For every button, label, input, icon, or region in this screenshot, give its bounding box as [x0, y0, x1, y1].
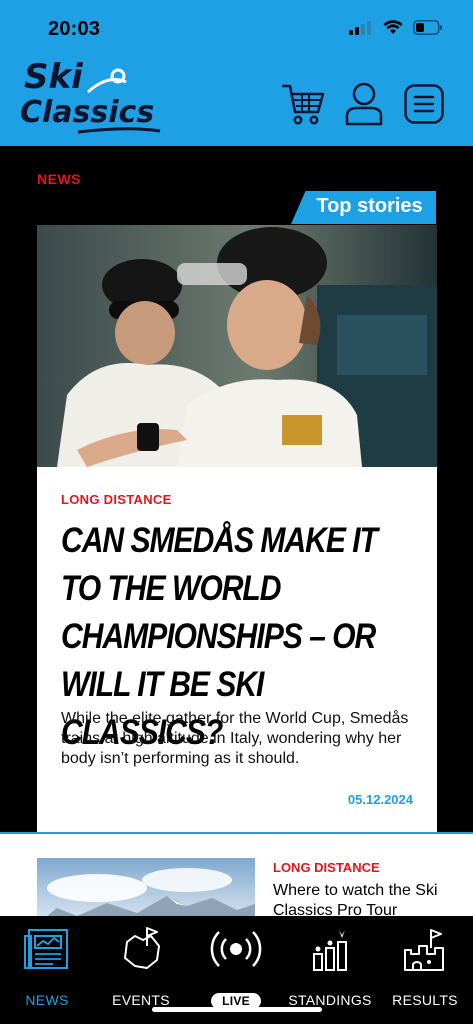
- tab-events[interactable]: EVENTS: [94, 926, 188, 1008]
- cellular-signal-icon: [349, 20, 371, 35]
- menu-icon[interactable]: [404, 84, 444, 124]
- cart-icon[interactable]: [280, 82, 326, 126]
- tab-live[interactable]: LIVE: [189, 926, 283, 1009]
- newspaper-icon: [24, 929, 68, 969]
- news-feed[interactable]: NEWS Top stories LONG DISTANCE CAN SMEDÅ…: [0, 146, 473, 924]
- user-icon[interactable]: [345, 82, 383, 126]
- article-category: LONG DISTANCE: [273, 860, 380, 875]
- list-item[interactable]: LONG DISTANCE Where to watch the Ski Cla…: [0, 832, 473, 924]
- tab-news-label: NEWS: [25, 992, 69, 1008]
- tab-events-label: EVENTS: [112, 992, 170, 1008]
- article-summary: While the elite gather for the World Cup…: [61, 710, 409, 767]
- podium-icon: [313, 930, 347, 971]
- broadcast-icon: [210, 931, 262, 967]
- tab-results-label: RESULTS: [392, 992, 458, 1008]
- tab-news[interactable]: NEWS: [0, 926, 94, 1008]
- castle-flag-icon: [404, 929, 444, 971]
- status-time: 20:03: [48, 18, 101, 40]
- article-thumbnail: [37, 858, 255, 924]
- ski-classics-logo[interactable]: Ski Classics: [18, 52, 168, 138]
- section-title: NEWS: [37, 171, 81, 187]
- status-bar: 20:03: [0, 0, 473, 50]
- featured-article-image: [37, 225, 437, 467]
- map-flag-icon: [124, 927, 160, 969]
- status-icons: [349, 20, 443, 35]
- featured-article-card[interactable]: LONG DISTANCE CAN SMEDÅS MAKE IT TO THE …: [37, 225, 437, 832]
- wifi-icon: [383, 20, 403, 34]
- article-headline[interactable]: Where to watch the Ski Classics Pro Tour: [273, 881, 458, 921]
- svg-text:Classics: Classics: [20, 95, 154, 130]
- article-category: LONG DISTANCE: [61, 492, 172, 507]
- tab-standings[interactable]: STANDINGS: [283, 926, 377, 1008]
- tab-results[interactable]: RESULTS: [378, 926, 472, 1008]
- article-date: 05.12.2024: [347, 792, 413, 807]
- home-indicator[interactable]: [152, 1007, 322, 1012]
- tab-standings-label: STANDINGS: [288, 992, 372, 1008]
- app-header: 20:03 Ski Classics: [0, 0, 473, 146]
- top-stories-tab[interactable]: Top stories: [291, 191, 436, 224]
- svg-text:Ski: Ski: [24, 57, 84, 97]
- top-stories-label: Top stories: [316, 195, 423, 217]
- battery-icon: [413, 20, 442, 35]
